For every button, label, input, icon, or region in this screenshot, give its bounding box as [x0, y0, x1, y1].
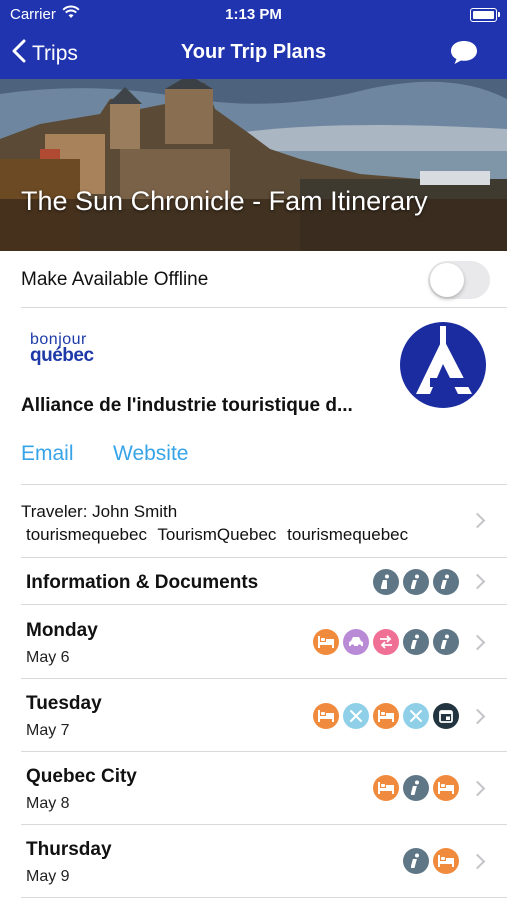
row-date: May 9 [26, 868, 70, 885]
chevron-right-icon [469, 634, 486, 651]
hero-image [0, 79, 507, 251]
hero-banner: The Sun Chronicle - Fam Itinerary [0, 79, 507, 251]
row-date: May 8 [26, 795, 70, 812]
offline-row: Make Available Offline [0, 251, 507, 307]
bed-icon [433, 848, 459, 874]
chevron-right-icon [469, 708, 486, 725]
organization-card: bonjour québec Alliance de l'industrie t… [0, 308, 507, 484]
list-item-quebec-city[interactable]: Quebec City May 8 [0, 752, 507, 824]
traveler-accounts: tourismequebec TourismQuebec tourismeque… [26, 525, 409, 544]
info-icon [403, 848, 429, 874]
organization-name: Alliance de l'industrie touristique d... [21, 395, 353, 416]
info-icon [403, 569, 429, 595]
info-icon [373, 569, 399, 595]
bed-icon [313, 629, 339, 655]
row-icons [373, 775, 459, 801]
row-icons [403, 848, 459, 874]
itinerary-title: The Sun Chronicle - Fam Itinerary [21, 186, 428, 216]
info-icon [403, 775, 429, 801]
info-icon [433, 629, 459, 655]
row-date: May 6 [26, 649, 70, 666]
row-icons [313, 703, 459, 729]
website-link[interactable]: Website [113, 442, 188, 466]
transfer-icon [373, 629, 399, 655]
clock: 1:13 PM [225, 6, 282, 23]
row-date: May 7 [26, 722, 70, 739]
row-title: Quebec City [26, 766, 137, 787]
bed-icon [313, 703, 339, 729]
chevron-right-icon [469, 853, 486, 870]
dining-icon [403, 703, 429, 729]
chat-icon[interactable] [449, 39, 479, 70]
battery-icon [470, 8, 500, 22]
row-title: Tuesday [26, 693, 102, 714]
row-title: Information & Documents [26, 572, 259, 593]
traveler-row[interactable]: Traveler: John Smith tourismequebec Tour… [0, 485, 507, 557]
bed-icon [433, 775, 459, 801]
organization-logo [400, 322, 486, 413]
car-icon [343, 629, 369, 655]
row-title: Thursday [26, 839, 112, 860]
calendar-icon [433, 703, 459, 729]
chevron-right-icon [469, 512, 486, 529]
list-item-monday[interactable]: Monday May 6 [0, 605, 507, 678]
list-item-tuesday[interactable]: Tuesday May 7 [0, 679, 507, 751]
info-icon [433, 569, 459, 595]
bed-icon [373, 775, 399, 801]
offline-toggle[interactable] [428, 261, 490, 299]
email-link[interactable]: Email [21, 442, 74, 466]
row-icons [373, 569, 459, 595]
offline-label: Make Available Offline [21, 269, 209, 290]
toggle-knob [430, 263, 464, 297]
bonjour-quebec-logo: bonjour québec [30, 331, 94, 366]
info-icon [403, 629, 429, 655]
row-icons [313, 629, 459, 655]
navigation-bar: Trips Your Trip Plans [0, 28, 507, 79]
list-item-thursday[interactable]: Thursday May 9 [0, 825, 507, 897]
dining-icon [343, 703, 369, 729]
chevron-right-icon [469, 780, 486, 797]
chevron-right-icon [469, 573, 486, 590]
row-title: Monday [26, 620, 98, 641]
status-bar: Carrier 1:13 PM [0, 0, 507, 28]
divider [21, 897, 507, 898]
page-title: Your Trip Plans [180, 41, 327, 63]
list-item-information-documents[interactable]: Information & Documents [0, 558, 507, 604]
bed-icon [373, 703, 399, 729]
traveler-name: Traveler: John Smith [21, 502, 178, 521]
